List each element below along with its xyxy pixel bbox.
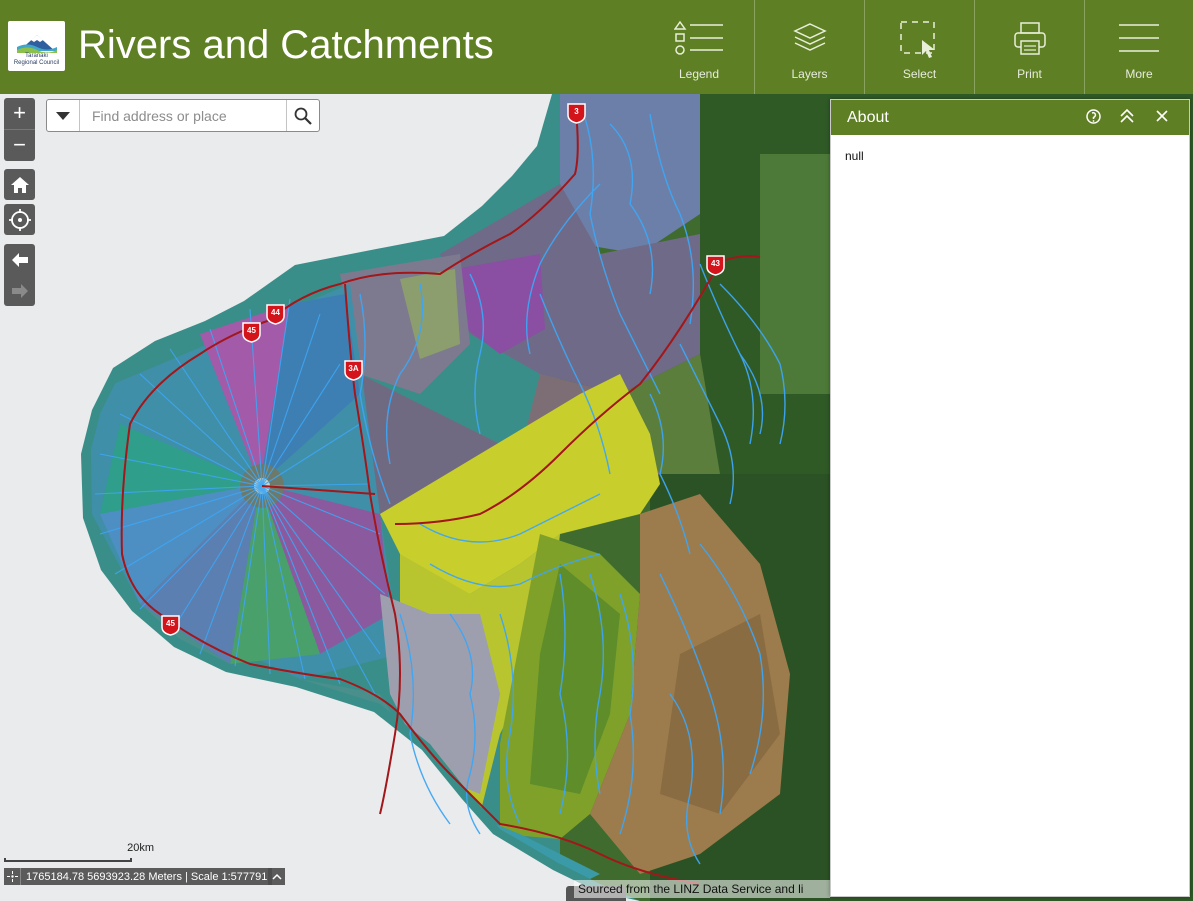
scale-bar-label: 20km [127,842,154,854]
search-source-dropdown[interactable] [47,100,80,131]
search-icon [294,107,312,125]
arrow-right-icon [11,283,28,298]
print-icon [1013,22,1046,55]
highway-shield-label: 3A [348,364,359,373]
zoom-controls: + − [4,98,35,161]
highway-shield-45-south: 45 [161,615,180,636]
app-header: Taranaki Regional Council Rivers and Cat… [0,0,1193,94]
arrow-left-icon [11,252,28,267]
highway-shield-45-north: 45 [242,322,261,343]
previous-extent-button[interactable] [4,244,35,275]
more-button[interactable]: More [1084,0,1193,94]
about-panel-title: About [847,109,889,126]
highway-shield-3: 3 [567,103,586,124]
about-panel-content: null [845,149,864,163]
legend-label: Legend [678,67,720,81]
logo-mountain-icon [16,35,57,53]
panel-info-button[interactable] [1082,105,1104,127]
coordinate-mode-button[interactable] [4,868,21,885]
chevron-up-icon [271,873,282,880]
home-button[interactable] [4,169,35,200]
scale-bar: 20km [4,842,154,862]
highway-shield-label: 43 [711,259,720,268]
zoom-out-button[interactable]: − [4,129,35,160]
logo-text: Taranaki Regional Council [13,53,60,66]
crosshair-icon [6,871,18,882]
about-panel: About null [830,99,1190,897]
search-box [46,99,320,132]
home-icon [10,176,29,193]
more-label: More [1125,67,1153,81]
menu-icon [1119,24,1159,52]
search-input[interactable] [80,100,286,131]
select-button[interactable]: Select [864,0,974,94]
search-button[interactable] [286,100,319,131]
print-button[interactable]: Print [974,0,1084,94]
layers-icon [792,23,827,51]
highway-shield-label: 45 [166,619,175,628]
coordinate-toggle-button[interactable] [268,868,285,885]
legend-icon [674,20,723,55]
highway-shield-label: 3 [574,107,579,116]
highway-shield-label: 45 [247,326,256,335]
council-logo: Taranaki Regional Council [8,21,65,71]
locate-icon [8,208,31,231]
select-icon [899,21,935,58]
map-attribution: Sourced from the LINZ Data Service and l… [574,880,830,898]
chevron-down-icon [56,111,70,120]
scale-bar-line [4,858,132,862]
coordinate-display: 1765184.78 5693923.28 Meters | Scale 1:5… [4,868,273,885]
coordinate-text: 1765184.78 5693923.28 Meters | Scale 1:5… [26,870,268,883]
layers-label: Layers [791,67,828,81]
double-chevron-up-icon [1120,109,1134,123]
legend-button[interactable]: Legend [644,0,754,94]
print-label: Print [1017,67,1042,81]
highway-shield-label: 44 [271,308,280,317]
panel-close-button[interactable] [1151,105,1173,127]
info-icon [1085,108,1101,124]
zoom-in-button[interactable]: + [4,98,35,129]
locate-button[interactable] [4,204,35,235]
select-label: Select [902,67,937,81]
close-icon [1156,110,1168,122]
next-extent-button[interactable] [4,275,35,306]
layers-button[interactable]: Layers [754,0,864,94]
app-title: Rivers and Catchments [78,23,494,67]
highway-shield-3a: 3A [344,360,363,381]
extent-navigation [4,244,35,306]
highway-shield-43: 43 [706,255,725,276]
highway-shield-44: 44 [266,304,285,325]
about-panel-header: About [831,100,1189,135]
panel-collapse-button[interactable] [1116,105,1138,127]
